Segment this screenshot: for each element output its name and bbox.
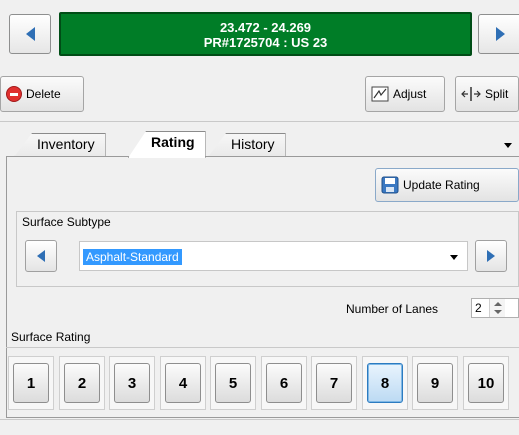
surface-subtype-select[interactable]: Asphalt-Standard bbox=[79, 241, 468, 271]
split-button[interactable]: Split bbox=[455, 76, 519, 112]
split-icon bbox=[461, 87, 481, 101]
spin-up-icon bbox=[494, 302, 502, 306]
tab-inventory-label: Inventory bbox=[37, 136, 95, 152]
subtype-next-button[interactable] bbox=[475, 240, 507, 272]
chevron-down-icon bbox=[450, 255, 458, 260]
tab-rating[interactable]: Rating bbox=[128, 131, 206, 158]
rating-divider bbox=[6, 347, 519, 348]
tab-overflow-icon[interactable] bbox=[504, 143, 512, 148]
arrow-right-icon bbox=[487, 250, 495, 262]
update-rating-label: Update Rating bbox=[403, 178, 480, 192]
update-rating-button[interactable]: Update Rating bbox=[375, 168, 519, 202]
route-banner: 23.472 - 24.269 PR#1725704 : US 23 bbox=[59, 12, 472, 56]
previous-segment-button[interactable] bbox=[9, 14, 51, 54]
rating-button-10[interactable]: 10 bbox=[468, 363, 504, 403]
delete-icon bbox=[6, 86, 22, 102]
rating-button-8[interactable]: 8 bbox=[367, 363, 403, 403]
surface-subtype-value: Asphalt-Standard bbox=[83, 249, 182, 265]
lanes-label: Number of Lanes bbox=[346, 302, 439, 316]
rating-button-6[interactable]: 6 bbox=[266, 363, 302, 403]
rating-button-9[interactable]: 9 bbox=[417, 363, 453, 403]
save-icon bbox=[381, 176, 399, 194]
surface-subtype-label: Surface Subtype bbox=[22, 215, 111, 229]
adjust-button[interactable]: Adjust bbox=[365, 76, 445, 112]
rating-button-3[interactable]: 3 bbox=[114, 363, 150, 403]
adjust-label: Adjust bbox=[393, 87, 427, 101]
spin-down-icon bbox=[494, 310, 502, 314]
tab-history-label: History bbox=[231, 136, 275, 152]
tab-inventory[interactable]: Inventory bbox=[14, 133, 106, 157]
split-label: Split bbox=[485, 87, 509, 101]
route-id: PR#1725704 : US 23 bbox=[203, 35, 328, 50]
tab-history[interactable]: History bbox=[208, 133, 286, 157]
adjust-icon bbox=[371, 86, 389, 102]
arrow-right-icon bbox=[495, 27, 505, 41]
bottom-divider bbox=[0, 419, 519, 420]
rating-button-1[interactable]: 1 bbox=[13, 363, 49, 403]
lanes-spin-buttons[interactable] bbox=[489, 299, 505, 317]
route-milepost-range: 23.472 - 24.269 bbox=[219, 20, 312, 35]
surface-rating-label: Surface Rating bbox=[11, 330, 91, 344]
rating-button-2[interactable]: 2 bbox=[64, 363, 100, 403]
delete-button[interactable]: Delete bbox=[0, 76, 84, 112]
toolbar-divider bbox=[0, 121, 519, 122]
next-segment-button[interactable] bbox=[478, 14, 519, 54]
arrow-left-icon bbox=[25, 27, 35, 41]
rating-button-5[interactable]: 5 bbox=[215, 363, 251, 403]
rating-button-7[interactable]: 7 bbox=[316, 363, 352, 403]
lanes-value: 2 bbox=[475, 301, 482, 315]
subtype-previous-button[interactable] bbox=[25, 240, 57, 272]
delete-label: Delete bbox=[26, 87, 61, 101]
tab-rating-label: Rating bbox=[151, 134, 195, 150]
arrow-left-icon bbox=[37, 250, 45, 262]
rating-button-4[interactable]: 4 bbox=[165, 363, 201, 403]
